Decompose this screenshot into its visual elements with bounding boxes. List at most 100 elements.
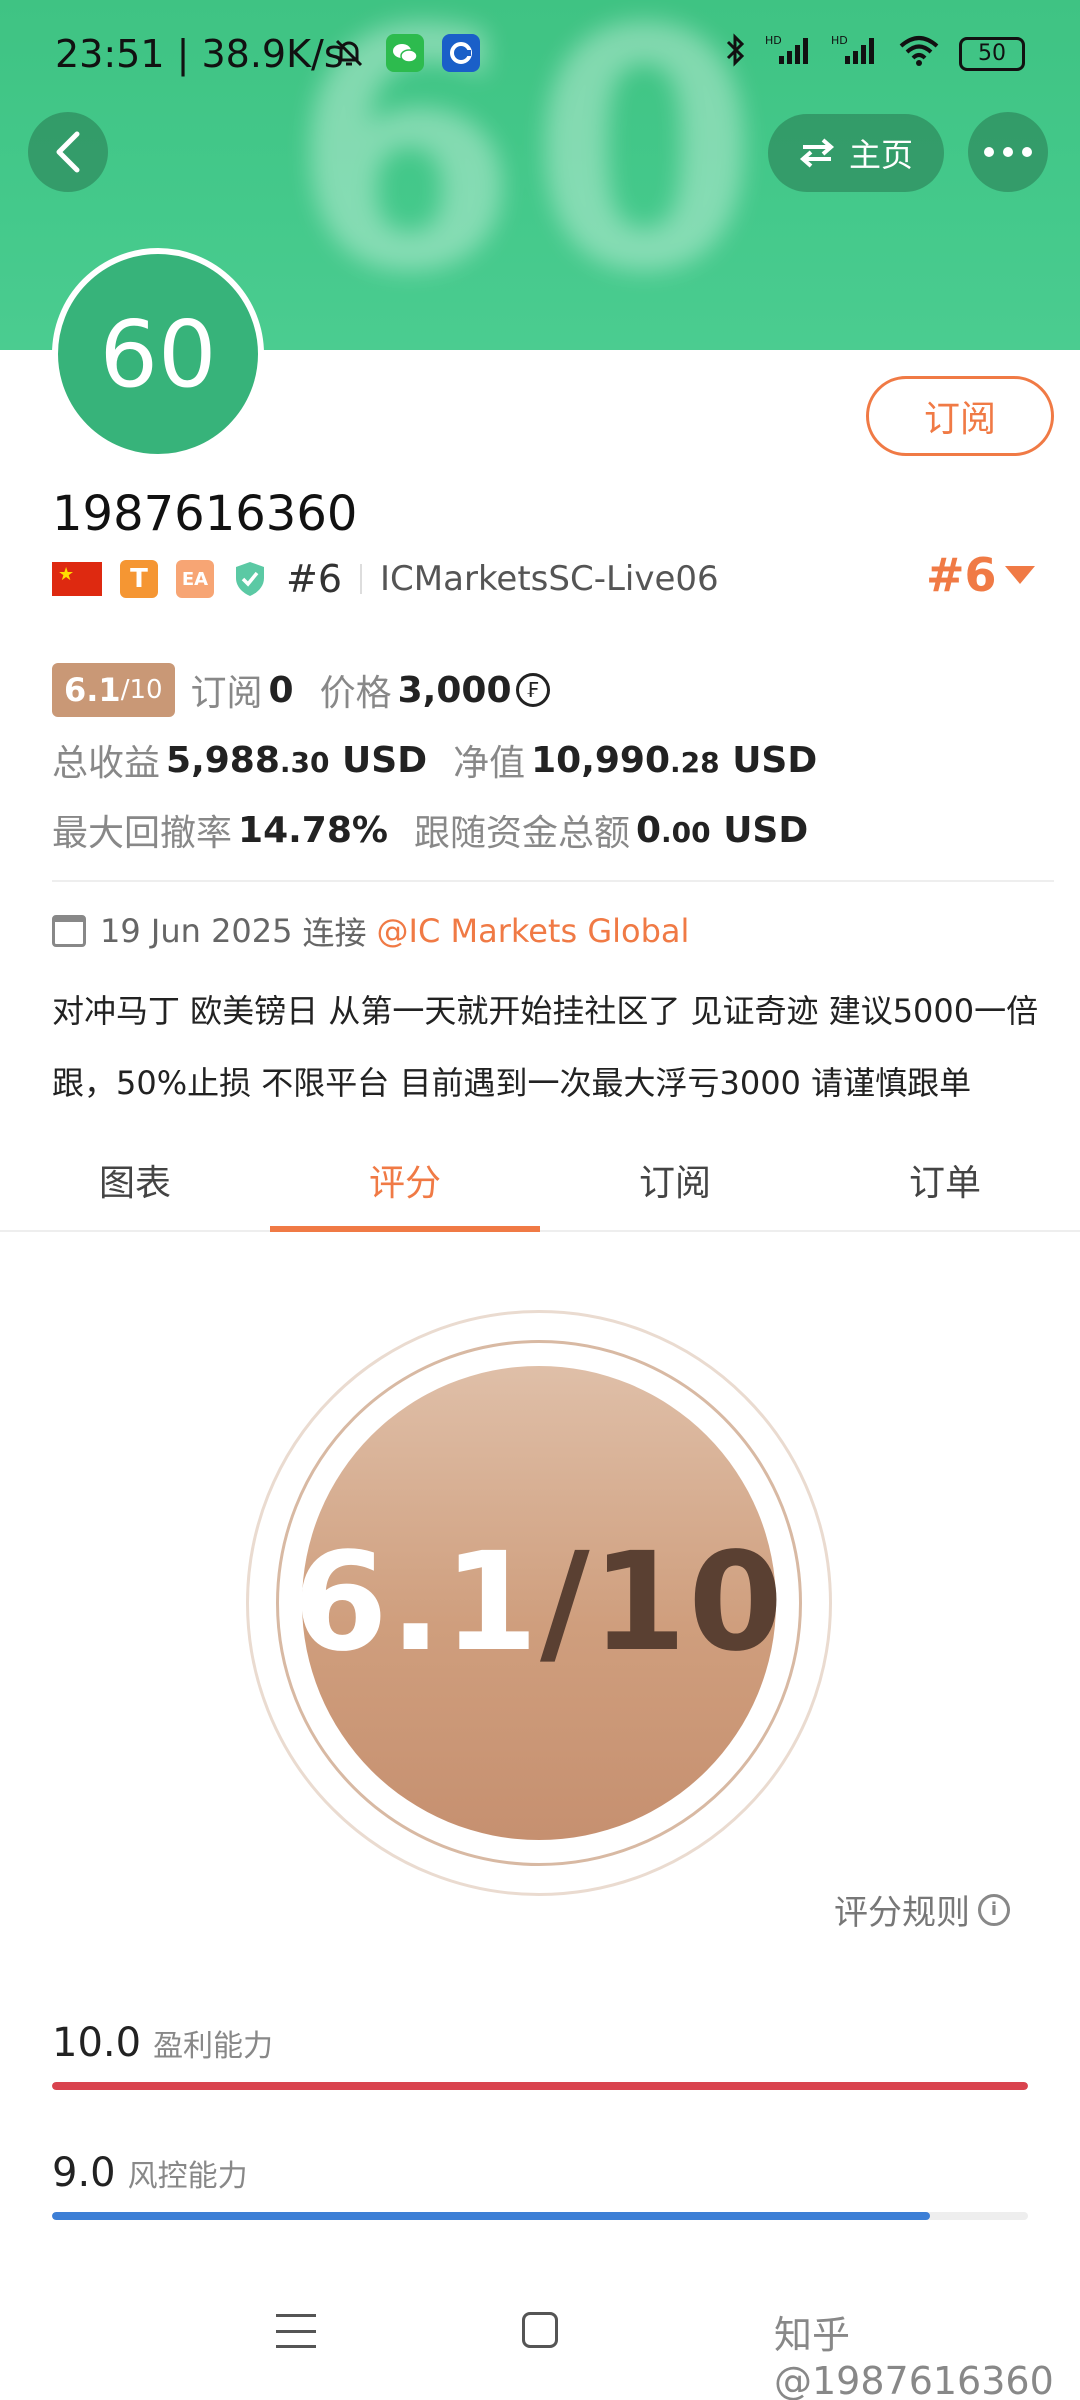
- wifi-icon: [897, 32, 941, 75]
- svg-text:HD: HD: [765, 34, 782, 47]
- account-id: 1987616360: [52, 486, 358, 542]
- total-profit-value: 5,988.30 USD: [166, 740, 427, 781]
- score-circle: 6.1/10: [293, 1366, 783, 1840]
- account-tags: ★ T EA #6 ICMarketsSC-Live06: [52, 556, 719, 602]
- system-nav-bar: 知乎 @1987616360: [0, 2290, 1080, 2400]
- follow-funds-value: 0.00 USD: [636, 810, 808, 851]
- notification-icons: [330, 34, 480, 72]
- tab-chart[interactable]: 图表: [0, 1140, 270, 1230]
- subscribe-count-label: 订阅: [190, 673, 263, 714]
- tab-orders[interactable]: 订单: [810, 1140, 1080, 1230]
- home-button-label: 主页: [848, 136, 913, 174]
- swap-icon: [799, 138, 835, 168]
- broker-link[interactable]: @IC Markets Global: [377, 912, 690, 950]
- rank-big: #6: [926, 548, 997, 602]
- metric-value: 10.0: [52, 2020, 142, 2066]
- tag-ea-badge: EA: [176, 560, 214, 598]
- scoring-rules-link[interactable]: 评分规则 i: [834, 1885, 1010, 1934]
- tab-subscribe[interactable]: 订阅: [540, 1140, 810, 1230]
- server-name: ICMarketsSC-Live06: [380, 559, 719, 599]
- china-flag-icon: ★: [52, 562, 102, 596]
- system-icons: HD HD 50: [723, 32, 1025, 75]
- recent-apps-button[interactable]: [276, 2314, 316, 2348]
- caret-down-icon: [1004, 566, 1035, 584]
- network-speed: 38.9K/s: [201, 32, 344, 76]
- follow-funds-label: 跟随资金总额: [413, 813, 630, 854]
- section-divider: [52, 880, 1054, 882]
- status-bar: 23:51 | 38.9K/s HD HD 50: [0, 0, 1080, 110]
- subscribe-button[interactable]: 订阅: [866, 376, 1054, 456]
- score-badge: 6.1/10: [52, 663, 175, 717]
- avatar: 60: [52, 248, 264, 460]
- metric-bar-fill: [52, 2082, 1028, 2090]
- scoring-rules-label: 评分规则: [834, 1893, 970, 1933]
- equity-dec: .28: [670, 745, 720, 779]
- subscribe-count: 0: [268, 669, 294, 711]
- divider: [360, 564, 363, 594]
- app-notification-icon: [442, 34, 480, 72]
- metric-label: 9.0 风控能力: [52, 2150, 1028, 2196]
- metric-name: 盈利能力: [153, 2029, 274, 2064]
- metric-name: 风控能力: [127, 2159, 248, 2194]
- chevron-left-icon: [56, 131, 80, 173]
- back-button[interactable]: [28, 112, 108, 192]
- mute-bell-icon: [330, 34, 368, 72]
- tag-t-badge: T: [120, 560, 158, 598]
- price-label: 价格: [319, 673, 392, 714]
- metric-value: 9.0: [52, 2150, 116, 2196]
- more-dots-icon: [984, 147, 1032, 157]
- info-icon: i: [978, 1893, 1010, 1926]
- stats-row-1: 6.1/10 订阅 0 价格 3,000 ₣: [52, 662, 550, 718]
- max-drawdown-value: 14.78%: [238, 809, 388, 851]
- app-screen: 60 23:51 | 38.9K/s HD HD 50 主页 60 订阅 198…: [0, 0, 1080, 2400]
- calendar-icon: [52, 915, 86, 947]
- follow-funds-unit: USD: [723, 809, 809, 851]
- coin-icon: ₣: [515, 673, 550, 707]
- score-denom: /10: [540, 1524, 785, 1682]
- verified-shield-icon: [232, 559, 268, 599]
- connection-row: 19 Jun 2025 连接 @IC Markets Global: [52, 908, 689, 954]
- follow-funds-dec: .00: [661, 815, 711, 849]
- metric-profitability: 10.0 盈利能力: [52, 2020, 1028, 2090]
- tab-bar: 图表 评分 订阅 订单: [0, 1140, 1080, 1232]
- battery-indicator: 50: [959, 36, 1025, 71]
- connect-date: 19 Jun 2025: [100, 912, 293, 950]
- metric-label: 10.0 盈利能力: [52, 2020, 1028, 2066]
- stats-row-3: 最大回撤率 14.78% 跟随资金总额 0.00 USD: [52, 802, 834, 858]
- metric-bar-track: [52, 2082, 1028, 2090]
- equity-int: 10,990: [531, 739, 671, 781]
- connect-label: 连接: [302, 914, 367, 952]
- rank-dropdown[interactable]: #6: [926, 548, 1035, 602]
- metric-bar-fill: [52, 2212, 931, 2220]
- metric-bar-track: [52, 2212, 1028, 2220]
- equity-value: 10,990.28 USD: [531, 740, 817, 781]
- nav-home-button[interactable]: [522, 2312, 558, 2348]
- signal-icon: HD: [765, 32, 813, 75]
- score-badge-main: 6.1: [64, 671, 121, 709]
- score-main: 6.1: [293, 1524, 540, 1682]
- total-profit-dec: .30: [279, 745, 330, 779]
- equity-label: 净值: [453, 743, 526, 784]
- total-profit-int: 5,988: [166, 739, 280, 781]
- more-button[interactable]: [968, 112, 1048, 192]
- watermark: 知乎 @1987616360: [774, 2313, 1054, 2400]
- equity-unit: USD: [732, 739, 818, 781]
- price-value: 3,000: [397, 669, 512, 711]
- home-button[interactable]: 主页: [768, 114, 944, 192]
- score-badge-denom: /10: [120, 675, 163, 705]
- follow-funds-int: 0: [635, 809, 662, 851]
- max-drawdown-label: 最大回撤率: [52, 813, 233, 854]
- clock: 23:51: [55, 32, 165, 76]
- wechat-icon: [386, 34, 424, 72]
- bluetooth-icon: [723, 32, 747, 75]
- score-value: 6.1/10: [293, 1524, 785, 1682]
- status-time: 23:51 | 38.9K/s: [55, 32, 344, 76]
- metric-risk-control: 9.0 风控能力: [52, 2150, 1028, 2220]
- total-profit-label: 总收益: [52, 743, 161, 784]
- strategy-description: 对冲马丁 欧美镑日 从第一天就开始挂社区了 见证奇迹 建议5000一倍跟，50%…: [52, 992, 1039, 1102]
- total-profit-unit: USD: [342, 739, 428, 781]
- rank-small: #6: [286, 557, 343, 601]
- signal-icon-2: HD: [831, 32, 879, 75]
- stats-row-2: 总收益 5,988.30 USD 净值 10,990.28 USD: [52, 732, 843, 788]
- tab-score[interactable]: 评分: [270, 1140, 540, 1232]
